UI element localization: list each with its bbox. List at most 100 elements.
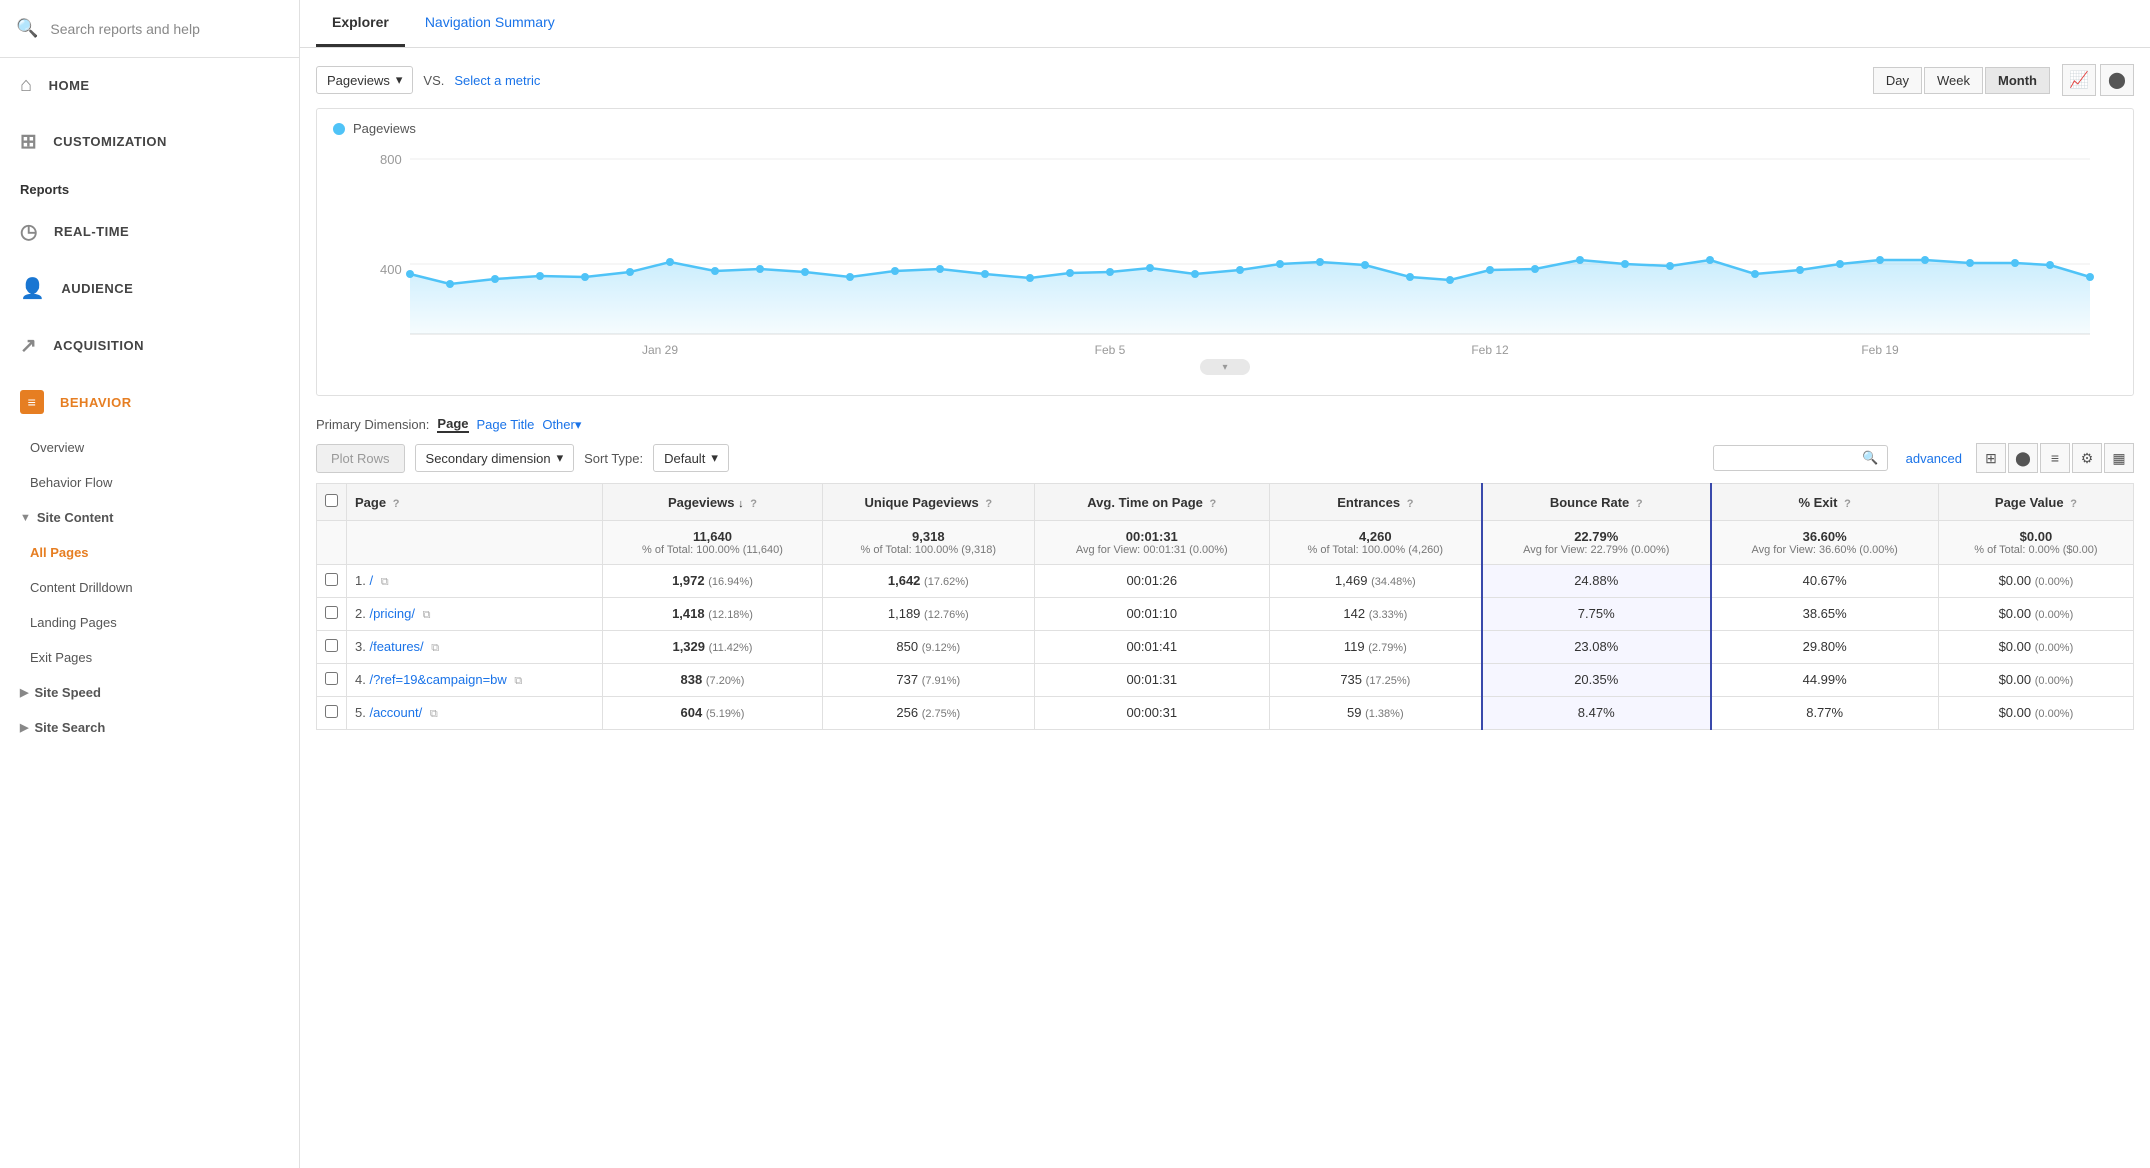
- secondary-dim-label: Secondary dimension: [426, 451, 551, 466]
- entrances-help-icon[interactable]: ?: [1407, 498, 1414, 510]
- tab-nav-summary[interactable]: Navigation Summary: [409, 0, 571, 47]
- row2-pagevalue: $0.00 (0.00%): [1938, 598, 2133, 631]
- row5-copy-icon[interactable]: ⧉: [430, 708, 438, 720]
- table-row: 2. /pricing/ ⧉ 1,418 (12.18%) 1,189 (12.…: [317, 598, 2134, 631]
- th-pageviews: Pageviews ↓ ?: [603, 484, 823, 521]
- customization-label: CUSTOMIZATION: [53, 134, 167, 149]
- sort-default-label: Default: [664, 451, 705, 466]
- dim-page-link[interactable]: Page: [437, 416, 468, 433]
- table-controls: Plot Rows Secondary dimension ▾ Sort Typ…: [316, 443, 2134, 473]
- sidebar-item-all-pages[interactable]: All Pages: [0, 535, 299, 570]
- row4-page-link[interactable]: /?ref=19&campaign=bw: [369, 672, 506, 687]
- row4-copy-icon[interactable]: ⧉: [514, 675, 522, 687]
- metric-dropdown[interactable]: Pageviews ▾: [316, 66, 413, 94]
- row1-exit: 40.67%: [1711, 565, 1939, 598]
- time-buttons: Day Week Month: [1873, 67, 2050, 94]
- sidebar-section-site-search[interactable]: ▶ Site Search: [0, 710, 299, 745]
- dim-other-dropdown[interactable]: Other ▾: [542, 417, 581, 433]
- totals-exit-cell: 36.60% Avg for View: 36.60% (0.00%): [1711, 521, 1939, 565]
- row3-pv-pct: (11.42%): [709, 642, 753, 654]
- chart-scroll-btn[interactable]: ▾: [1200, 359, 1250, 375]
- row1-pval-pct: (0.00%): [2035, 576, 2074, 588]
- line-chart-btn[interactable]: 📈: [2062, 64, 2096, 96]
- row1-num: 1.: [355, 573, 366, 588]
- select-all-checkbox[interactable]: [325, 494, 338, 507]
- acquisition-label: ACQUISITION: [53, 338, 144, 353]
- row2-check[interactable]: [325, 606, 338, 619]
- sidebar-section-site-content[interactable]: ▼ Site Content: [0, 500, 299, 535]
- pageviews-help-icon[interactable]: ?: [750, 498, 757, 510]
- table-row: 4. /?ref=19&campaign=bw ⧉ 838 (7.20%) 73…: [317, 664, 2134, 697]
- tab-explorer[interactable]: Explorer: [316, 0, 405, 47]
- unique-help-icon[interactable]: ?: [985, 498, 992, 510]
- sidebar-item-customization[interactable]: ⊞ CUSTOMIZATION: [0, 113, 299, 170]
- row5-pagevalue: $0.00 (0.00%): [1938, 697, 2133, 730]
- settings-view-btn[interactable]: ⚙: [2072, 443, 2102, 473]
- row1-entrances: 1,469 (34.48%): [1269, 565, 1482, 598]
- row2-checkbox: [317, 598, 347, 631]
- row3-page: 3. /features/ ⧉: [347, 631, 603, 664]
- totals-pageviews-cell: 11,640 % of Total: 100.00% (11,640): [603, 521, 823, 565]
- grid-view-btn[interactable]: ⊞: [1976, 443, 2006, 473]
- avgtime-help-icon[interactable]: ?: [1210, 498, 1217, 510]
- row4-unique: 737 (7.91%): [822, 664, 1034, 697]
- row4-page: 4. /?ref=19&campaign=bw ⧉: [347, 664, 603, 697]
- totals-bounce-cell: 22.79% Avg for View: 22.79% (0.00%): [1482, 521, 1711, 565]
- primary-dimension-bar: Primary Dimension: Page Page Title Other…: [316, 416, 2134, 433]
- time-btn-week[interactable]: Week: [1924, 67, 1983, 94]
- sidebar-item-home[interactable]: ⌂ HOME: [0, 58, 299, 113]
- exit-help-icon[interactable]: ?: [1844, 498, 1851, 510]
- select-metric-link[interactable]: Select a metric: [454, 73, 540, 88]
- row5-page-link[interactable]: /account/: [369, 705, 422, 720]
- page-help-icon[interactable]: ?: [393, 498, 400, 510]
- total-pageviews: 11,640: [611, 529, 814, 544]
- row1-page-link[interactable]: /: [369, 573, 373, 588]
- bounce-help-icon[interactable]: ?: [1636, 498, 1643, 510]
- bar-view-btn[interactable]: ≡: [2040, 443, 2070, 473]
- pagevalue-help-icon[interactable]: ?: [2070, 498, 2077, 510]
- sidebar-item-behavior[interactable]: ≡ BEHAVIOR: [0, 374, 299, 430]
- sort-type-dropdown[interactable]: Default ▾: [653, 444, 729, 472]
- time-btn-day[interactable]: Day: [1873, 67, 1922, 94]
- sidebar-section-site-speed[interactable]: ▶ Site Speed: [0, 675, 299, 710]
- sidebar-item-behavior-flow[interactable]: Behavior Flow: [0, 465, 299, 500]
- row1-ent-pct: (34.48%): [1371, 576, 1416, 588]
- sidebar-item-acquisition[interactable]: ↗ ACQUISITION: [0, 317, 299, 374]
- sidebar-item-audience[interactable]: 👤 AUDIENCE: [0, 260, 299, 317]
- search-bar[interactable]: 🔍 Search reports and help: [0, 0, 299, 58]
- sidebar-item-content-drilldown[interactable]: Content Drilldown: [0, 570, 299, 605]
- svg-text:Feb 19: Feb 19: [1861, 343, 1899, 357]
- row2-copy-icon[interactable]: ⧉: [423, 609, 431, 621]
- row5-check[interactable]: [325, 705, 338, 718]
- sidebar-item-landing-pages[interactable]: Landing Pages: [0, 605, 299, 640]
- total-bounce: 22.79%: [1491, 529, 1702, 544]
- row3-check[interactable]: [325, 639, 338, 652]
- row3-bounce: 23.08%: [1482, 631, 1711, 664]
- total-pagevalue: $0.00: [1947, 529, 2125, 544]
- pie-view-btn[interactable]: ⬤: [2008, 443, 2038, 473]
- dim-page-title-link[interactable]: Page Title: [477, 417, 535, 432]
- pie-chart-btn[interactable]: ⬤: [2100, 64, 2134, 96]
- table-search-box[interactable]: 🔍: [1713, 445, 1887, 471]
- sidebar-item-realtime[interactable]: ◷ REAL-TIME: [0, 203, 299, 260]
- collapse-arrow-icon: ▼: [20, 512, 31, 524]
- plot-rows-button[interactable]: Plot Rows: [316, 444, 405, 473]
- row2-page-link[interactable]: /pricing/: [369, 606, 415, 621]
- row3-page-link[interactable]: /features/: [369, 639, 423, 654]
- sidebar-item-overview[interactable]: Overview: [0, 430, 299, 465]
- th-checkbox: [317, 484, 347, 521]
- sidebar-item-exit-pages[interactable]: Exit Pages: [0, 640, 299, 675]
- table-search-input[interactable]: [1722, 451, 1862, 466]
- row4-check[interactable]: [325, 672, 338, 685]
- table-view-btn[interactable]: ▦: [2104, 443, 2134, 473]
- row4-pagevalue: $0.00 (0.00%): [1938, 664, 2133, 697]
- row1-copy-icon[interactable]: ⧉: [381, 576, 389, 588]
- time-btn-month[interactable]: Month: [1985, 67, 2050, 94]
- row1-check[interactable]: [325, 573, 338, 586]
- row5-avgtime: 00:00:31: [1034, 697, 1269, 730]
- totals-row: 11,640 % of Total: 100.00% (11,640) 9,31…: [317, 521, 2134, 565]
- row2-entrances: 142 (3.33%): [1269, 598, 1482, 631]
- row3-copy-icon[interactable]: ⧉: [431, 642, 439, 654]
- secondary-dimension-dropdown[interactable]: Secondary dimension ▾: [415, 444, 575, 472]
- advanced-link[interactable]: advanced: [1906, 451, 1962, 466]
